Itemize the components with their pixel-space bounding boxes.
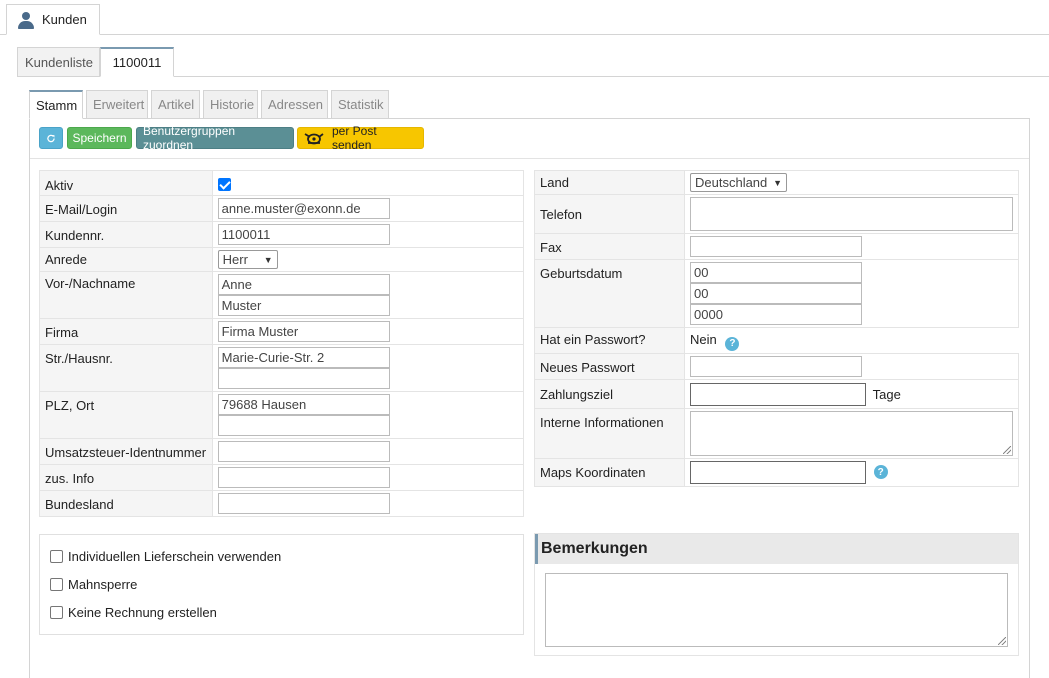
tab-customer-1100011[interactable]: 1100011 [100, 47, 174, 77]
main-tabbar-divider [0, 34, 1049, 35]
name-label: Vor-/Nachname [39, 271, 213, 319]
aktiv-label: Aktiv [39, 170, 213, 196]
last-name-field[interactable]: Muster [217, 295, 390, 316]
fax-label: Fax [534, 233, 685, 260]
tab-adressen-label: Adressen [268, 97, 323, 112]
send-by-post-button[interactable]: per Post senden [297, 124, 424, 152]
tab-artikel-label: Artikel [158, 97, 195, 112]
no-invoice-checkbox[interactable] [50, 606, 63, 619]
firma-label: Firma [39, 318, 213, 345]
tab-kundenliste-label: Kundenliste [25, 54, 93, 70]
individual-delivery-note-label: Individuellen Lieferschein verwenden [68, 549, 282, 564]
ust-id-label: Umsatzsteuer-Identnummer [39, 438, 213, 465]
customer-details-form: Land Deutschland ▼ Telefon Fax Geburtsdat… [534, 170, 1019, 487]
send-by-post-label: per Post senden [332, 124, 377, 152]
tab-kunden[interactable]: Kunden [6, 4, 100, 35]
hat-passwort-label: Hat ein Passwort? [534, 327, 685, 354]
save-button[interactable]: Speichern [67, 127, 132, 149]
tab-statistik[interactable]: Statistik [331, 90, 389, 119]
land-selected: Deutschland [695, 175, 768, 190]
option-mahnsperre[interactable]: Mahnsperre [50, 577, 137, 592]
tab-erweitert[interactable]: Erweitert [86, 90, 148, 119]
maps-field[interactable] [690, 460, 866, 484]
tab-historie-label: Historie [210, 97, 255, 112]
remarks-panel: Bemerkungen [534, 533, 1019, 656]
tab-kunden-label: Kunden [42, 12, 87, 27]
help-icon[interactable]: ? [873, 465, 888, 479]
options-panel: Individuellen Lieferschein verwenden Mah… [39, 534, 524, 635]
fax-field[interactable] [690, 236, 862, 257]
zahlungsziel-field[interactable] [690, 382, 866, 406]
chevron-down-icon: ▼ [263, 254, 273, 265]
strasse-label: Str./Hausnr. [39, 344, 213, 392]
first-name-field[interactable]: Anne [217, 274, 390, 295]
no-invoice-label: Keine Rechnung erstellen [68, 605, 217, 620]
resize-grip-icon[interactable] [998, 637, 1006, 645]
plz-ort-field-2[interactable] [217, 415, 390, 436]
kundennr-label: Kundennr. [39, 221, 213, 248]
tab-stamm[interactable]: Stamm [29, 90, 83, 119]
person-icon [17, 11, 35, 29]
email-field[interactable]: anne.muster@exonn.de [217, 198, 390, 219]
toolbar-divider [30, 158, 1029, 159]
strasse-field[interactable]: Marie-Curie-Str. 2 [217, 347, 390, 368]
bundesland-field[interactable] [217, 493, 390, 514]
refresh-icon [47, 134, 55, 142]
mahnsperre-checkbox[interactable] [50, 578, 63, 591]
anrede-select[interactable]: Herr ▼ [217, 250, 278, 269]
birth-year-field[interactable]: 0000 [690, 304, 862, 325]
tab-customer-label: 1100011 [112, 55, 162, 70]
mahnsperre-label: Mahnsperre [68, 577, 138, 592]
option-no-invoice[interactable]: Keine Rechnung erstellen [50, 605, 217, 620]
assign-usergroups-button[interactable]: Benutzergruppen zuordnen [136, 124, 294, 152]
tab-statistik-label: Statistik [338, 97, 384, 112]
resize-grip-icon[interactable] [1003, 445, 1011, 454]
maps-label: Maps Koordinaten [534, 457, 685, 487]
chevron-down-icon: ▼ [773, 177, 782, 188]
firma-field[interactable]: Firma Muster [217, 321, 390, 342]
birth-day-field[interactable]: 00 [690, 262, 862, 283]
birth-month-field[interactable]: 00 [690, 283, 862, 304]
bundesland-label: Bundesland [39, 490, 213, 517]
strasse-field-2[interactable] [217, 368, 390, 389]
post-horn-icon [304, 131, 326, 145]
telefon-label: Telefon [534, 194, 685, 234]
neues-passwort-label: Neues Passwort [534, 352, 685, 380]
plz-ort-field[interactable]: 79688 Hausen [217, 394, 390, 415]
kundennr-field[interactable]: 1100011 [217, 224, 390, 245]
tab-historie[interactable]: Historie [203, 90, 258, 119]
zus-info-field[interactable] [217, 467, 390, 488]
geburtsdatum-label: Geburtsdatum [534, 259, 685, 328]
customer-master-form: Aktiv E-Mail/Login anne.muster@exonn.de … [39, 170, 525, 517]
remarks-title: Bemerkungen [535, 534, 1018, 564]
tab-adressen[interactable]: Adressen [261, 90, 328, 119]
refresh-button[interactable] [39, 127, 63, 149]
anrede-label: Anrede [39, 247, 213, 272]
email-label: E-Mail/Login [39, 195, 213, 222]
tab-stamm-label: Stamm [36, 97, 78, 113]
help-icon[interactable]: ? [725, 336, 740, 351]
zus-info-label: zus. Info [39, 464, 213, 491]
individual-delivery-note-checkbox[interactable] [50, 550, 63, 563]
hat-passwort-value: Nein [690, 332, 717, 347]
tab-kundenliste[interactable]: Kundenliste [17, 47, 100, 77]
zahlungsziel-label: Zahlungsziel [534, 378, 685, 409]
tab-artikel[interactable]: Artikel [151, 90, 200, 119]
telefon-field[interactable] [690, 197, 1013, 231]
interne-info-label: Interne Informationen [534, 407, 685, 459]
land-label: Land [534, 170, 685, 195]
remarks-textarea[interactable] [545, 573, 1008, 647]
new-password-field[interactable] [690, 355, 862, 377]
aktiv-checkbox[interactable] [217, 178, 231, 192]
anrede-selected: Herr [222, 252, 248, 267]
plz-ort-label: PLZ, Ort [39, 391, 213, 439]
zahlungsziel-unit: Tage [872, 386, 901, 402]
option-individual-delivery-note[interactable]: Individuellen Lieferschein verwenden [50, 549, 281, 564]
tab-erweitert-label: Erweitert [93, 97, 145, 112]
land-select[interactable]: Deutschland ▼ [690, 173, 787, 192]
ust-id-field[interactable] [217, 441, 390, 462]
interne-info-textarea[interactable] [690, 410, 1013, 456]
